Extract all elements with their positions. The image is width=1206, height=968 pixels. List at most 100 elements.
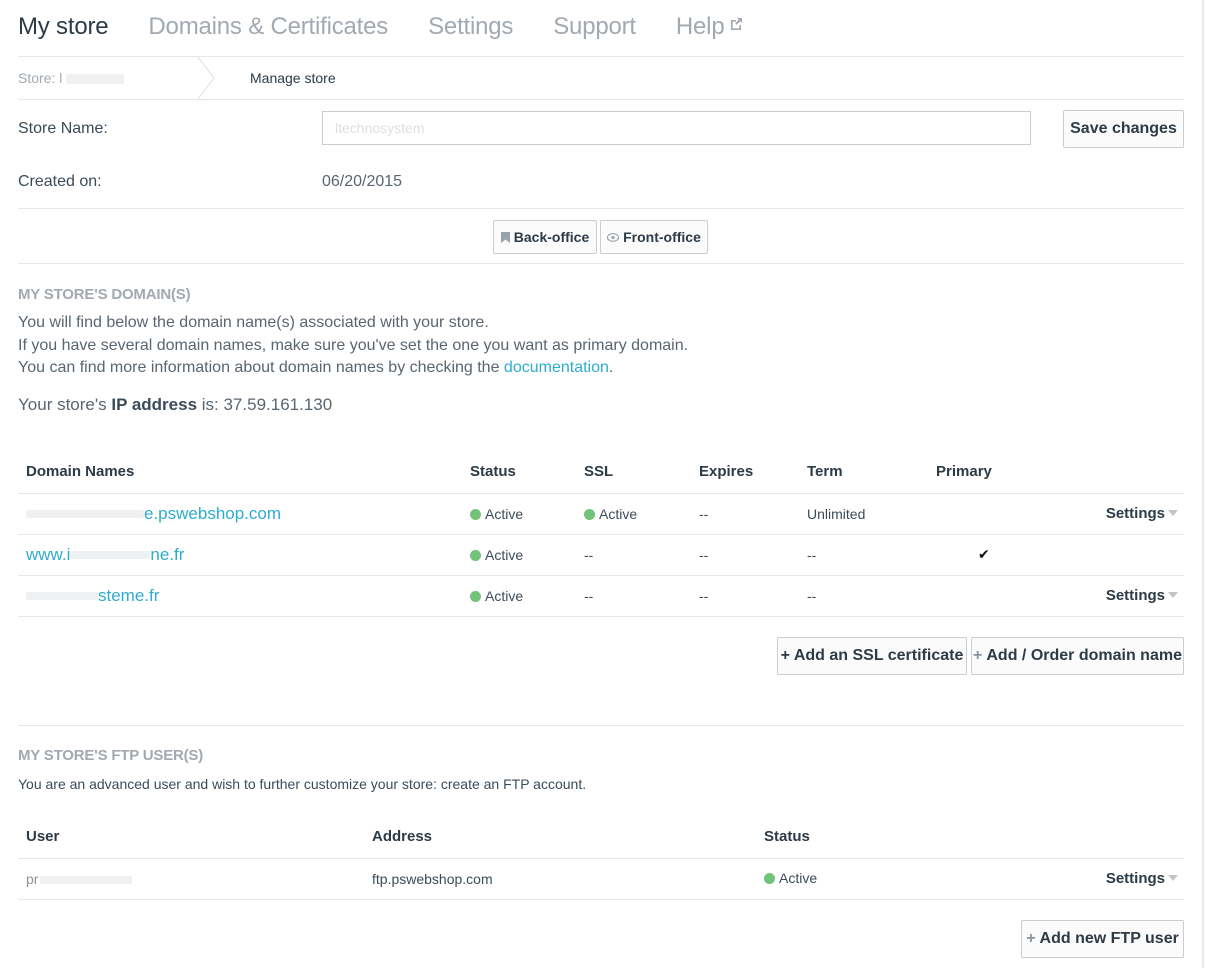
domains-intro: You will find below the domain name(s) a… <box>18 312 1184 380</box>
domains-intro-line3-prefix: You can find more information about doma… <box>18 359 504 376</box>
breadcrumb-store[interactable]: Store: l <box>18 70 125 86</box>
col-address: Address <box>364 815 756 859</box>
back-office-button[interactable]: Back-office <box>493 220 597 254</box>
breadcrumb: Store: l Manage store <box>18 56 1184 100</box>
status-dot-icon <box>470 590 481 602</box>
breadcrumb-store-label: Store: l <box>18 70 63 86</box>
nav-help[interactable]: Help <box>676 13 745 41</box>
domain-ssl: -- <box>576 575 691 617</box>
table-row: e.pswebshop.com Active Active -- Unlimit… <box>18 493 1184 535</box>
ip-address-label: IP address <box>111 394 198 414</box>
domain-name-visible: steme.fr <box>98 585 160 605</box>
ftp-status: Active <box>779 870 818 886</box>
nav-support[interactable]: Support <box>553 13 636 41</box>
nav-my-store[interactable]: My store <box>18 13 109 41</box>
domain-redacted <box>70 551 151 560</box>
domain-name-visible: e.pswebshop.com <box>144 503 282 523</box>
ftp-user-redacted <box>40 875 133 884</box>
domains-section-title: MY STORE'S DOMAIN(S) <box>18 286 191 303</box>
domains-table: Domain Names Status SSL Expires Term Pri… <box>18 450 1184 617</box>
settings-label: Settings <box>1105 587 1165 604</box>
top-nav: My store Domains & Certificates Settings… <box>18 0 1184 57</box>
domains-intro-line1: You will find below the domain name(s) a… <box>18 314 489 331</box>
domains-intro-line3: You can find more information about doma… <box>18 357 1184 380</box>
domain-redacted <box>26 510 144 519</box>
domain-redacted <box>26 592 98 601</box>
plus-icon: + <box>973 646 983 664</box>
domain-expires: -- <box>691 575 799 617</box>
col-term: Term <box>799 450 928 494</box>
ssl-dot-icon <box>584 508 595 520</box>
domain-name-suffix: ne.fr <box>150 544 185 564</box>
created-on-value: 06/20/2015 <box>322 173 403 190</box>
eye-icon <box>607 232 620 242</box>
domains-intro-line2: If you have several domain names, make s… <box>18 336 689 354</box>
status-dot-icon <box>470 549 481 561</box>
settings-label: Settings <box>1105 870 1165 887</box>
ftp-actions: + Add new FTP user <box>18 900 1184 960</box>
add-ftp-user-label: Add new FTP user <box>1039 929 1179 947</box>
bookmark-icon <box>500 231 510 243</box>
created-on-row: Created on: 06/20/2015 <box>18 158 1184 209</box>
ftp-intro: You are an advanced user and wish to fur… <box>18 775 587 792</box>
domains-table-header: Domain Names Status SSL Expires Term Pri… <box>18 450 1184 494</box>
back-office-label: Back-office <box>513 229 590 245</box>
plus-icon: + <box>1026 929 1036 947</box>
domains-intro-line3-suffix: . <box>608 359 614 376</box>
domain-status: Active <box>485 505 524 522</box>
breadcrumb-current: Manage store <box>250 70 336 86</box>
domain-name-prefix: www.i <box>26 544 71 564</box>
main-content: My store Domains & Certificates Settings… <box>18 0 1184 960</box>
ftp-table: User Address Status pr ftp.pswebshop.com… <box>18 815 1184 900</box>
caret-down-icon <box>1168 510 1178 516</box>
table-row: steme.fr Active -- -- -- Settings <box>18 575 1184 617</box>
status-dot-icon <box>470 508 481 520</box>
ftp-user-visible: pr <box>26 870 39 887</box>
col-user: User <box>18 815 364 859</box>
breadcrumb-store-redacted <box>66 74 125 85</box>
add-ssl-certificate-button[interactable]: + Add an SSL certificate <box>777 636 967 675</box>
created-on-label: Created on: <box>18 173 102 190</box>
col-domain-names: Domain Names <box>18 450 462 494</box>
office-buttons-row: Back-office Front-office <box>18 209 1184 264</box>
domain-term: -- <box>799 575 928 617</box>
store-name-label: Store Name: <box>18 120 108 137</box>
domain-actions: + Add an SSL certificate + Add / Order do… <box>18 617 1184 726</box>
ftp-section-title: MY STORE'S FTP USER(S) <box>18 746 204 764</box>
primary-check-icon: ✔ <box>978 546 990 562</box>
domain-link[interactable]: steme.fr <box>26 586 159 605</box>
add-ftp-user-button[interactable]: + Add new FTP user <box>1021 919 1184 958</box>
col-expires: Expires <box>691 450 799 494</box>
domain-settings-dropdown[interactable]: Settings <box>1106 505 1178 522</box>
store-name-row: Store Name: Save changes <box>18 100 1184 158</box>
nav-domains-certificates[interactable]: Domains & Certificates <box>148 13 388 41</box>
ip-address-line: Your store's IP address is: 37.59.161.13… <box>18 395 1184 415</box>
store-name-input[interactable] <box>322 111 1031 145</box>
domains-section: MY STORE'S DOMAIN(S) You will find below… <box>18 286 1184 617</box>
ftp-settings-dropdown[interactable]: Settings <box>1106 870 1178 887</box>
ftp-table-header: User Address Status <box>18 815 1184 859</box>
domain-expires: -- <box>691 493 799 535</box>
status-dot-icon <box>764 873 775 884</box>
domain-link[interactable]: e.pswebshop.com <box>26 504 281 523</box>
caret-down-icon <box>1168 875 1178 881</box>
col-ftp-status: Status <box>756 815 1184 859</box>
table-row: www.i ne.fr Active -- -- -- ✔ <box>18 534 1184 576</box>
ftp-address: ftp.pswebshop.com <box>364 858 756 900</box>
save-changes-button[interactable]: Save changes <box>1063 110 1184 148</box>
settings-label: Settings <box>1105 505 1165 522</box>
add-order-domain-button[interactable]: + Add / Order domain name <box>971 636 1184 675</box>
ftp-section: MY STORE'S FTP USER(S) You are an advanc… <box>18 747 1184 960</box>
ip-address-value: is: 37.59.161.130 <box>197 394 333 414</box>
domain-status: Active <box>485 546 524 563</box>
domain-settings-dropdown[interactable]: Settings <box>1106 587 1178 604</box>
external-link-icon <box>728 11 744 39</box>
domain-expires: -- <box>691 534 799 576</box>
domain-link[interactable]: www.i ne.fr <box>26 545 184 564</box>
documentation-link[interactable]: documentation <box>504 359 609 376</box>
add-order-domain-label: Add / Order domain name <box>986 646 1182 664</box>
col-primary: Primary <box>928 450 1184 494</box>
nav-settings[interactable]: Settings <box>428 13 513 41</box>
front-office-button[interactable]: Front-office <box>600 220 708 254</box>
domain-status: Active <box>485 587 524 604</box>
